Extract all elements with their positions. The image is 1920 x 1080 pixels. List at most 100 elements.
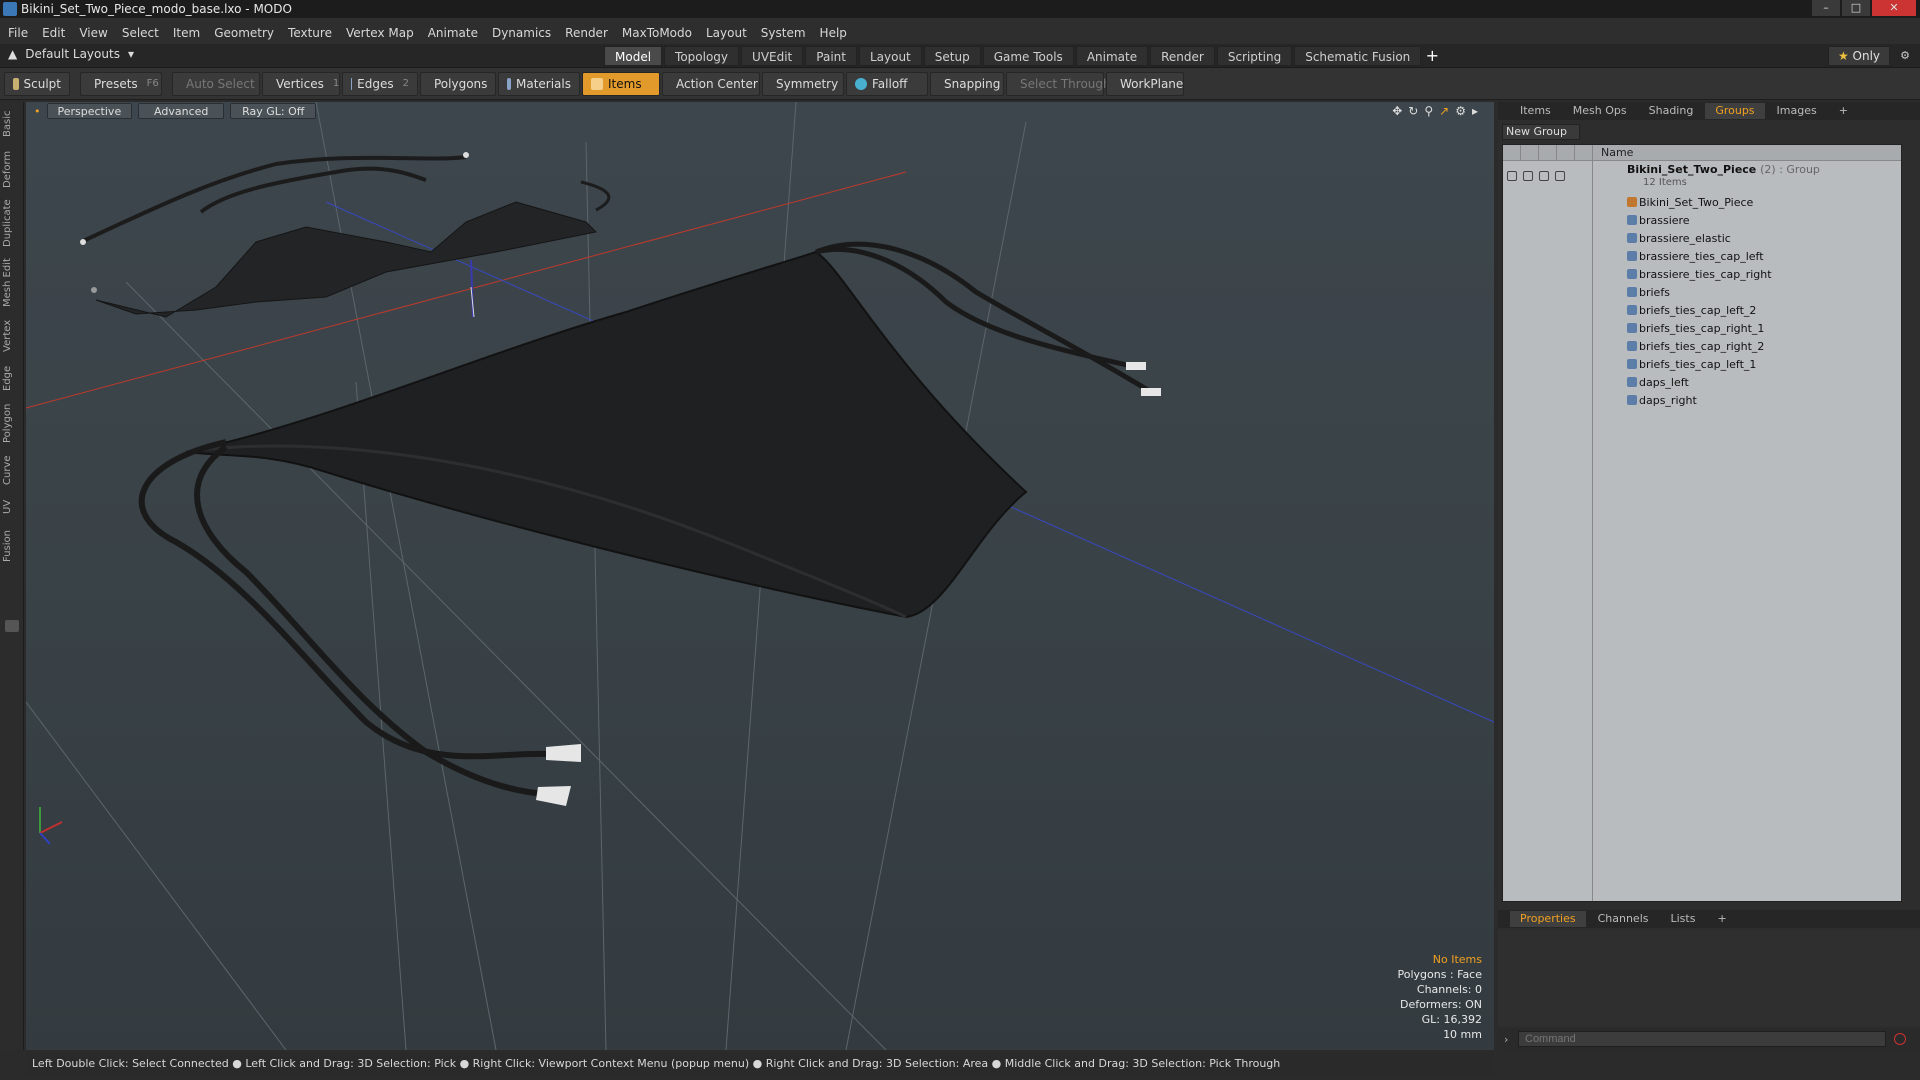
close-button[interactable]: ✕ xyxy=(1872,0,1916,16)
select-icon[interactable] xyxy=(1555,171,1565,181)
list-item[interactable]: brassiere_ties_cap_right xyxy=(1503,265,1901,283)
polygons-button[interactable]: Polygons xyxy=(420,71,496,96)
add-properties-tab-icon[interactable]: + xyxy=(1707,911,1736,927)
default-layouts-dropdown[interactable]: ▲ Default Layouts ▾ xyxy=(8,47,134,61)
auto-select-button[interactable]: Auto Select xyxy=(172,71,260,96)
view-arrow-icon[interactable]: ▸ xyxy=(1472,104,1478,118)
snapping-button[interactable]: Snapping xyxy=(930,71,1004,96)
menu-dynamics[interactable]: Dynamics xyxy=(492,26,551,40)
menu-system[interactable]: System xyxy=(761,26,806,40)
tab-scripting[interactable]: Scripting xyxy=(1216,46,1293,66)
menu-geometry[interactable]: Geometry xyxy=(214,26,274,40)
rotate-view-icon[interactable]: ↻ xyxy=(1408,104,1418,118)
left-tab-polygon[interactable]: Polygon xyxy=(2,400,22,446)
menu-maxtomodo[interactable]: MaxToModo xyxy=(622,26,692,40)
tab-model[interactable]: Model xyxy=(604,46,663,66)
left-tab-edge[interactable]: Edge xyxy=(2,362,22,394)
tab-game-tools[interactable]: Game Tools xyxy=(982,46,1074,66)
new-group-button[interactable]: New Group xyxy=(1502,124,1580,140)
tab-items[interactable]: Items xyxy=(1510,103,1561,119)
menu-layout[interactable]: Layout xyxy=(706,26,747,40)
maximize-view-icon[interactable]: ↗ xyxy=(1439,104,1449,118)
lock-icon[interactable] xyxy=(1539,171,1549,181)
left-tab-duplicate[interactable]: Duplicate xyxy=(2,196,22,250)
tab-render[interactable]: Render xyxy=(1150,46,1215,66)
list-item[interactable]: briefs_ties_cap_left_2 xyxy=(1503,301,1901,319)
render-icon[interactable] xyxy=(1523,171,1533,181)
tab-channels[interactable]: Channels xyxy=(1588,911,1659,927)
menu-item[interactable]: Item xyxy=(173,26,200,40)
list-item[interactable]: daps_right xyxy=(1503,391,1901,409)
sculpt-button[interactable]: Sculpt xyxy=(4,71,70,96)
list-item[interactable]: Bikini_Set_Two_Piece xyxy=(1503,193,1901,211)
3d-viewport[interactable]: • Perspective Advanced Ray GL: Off ✥ ↻ ⚲… xyxy=(26,102,1494,1050)
list-item[interactable]: briefs_ties_cap_left_1 xyxy=(1503,355,1901,373)
left-tab-basic[interactable]: Basic xyxy=(2,106,22,142)
tab-layout[interactable]: Layout xyxy=(858,46,922,66)
command-clear-icon[interactable] xyxy=(1894,1033,1906,1045)
menu-view[interactable]: View xyxy=(79,26,107,40)
menu-animate[interactable]: Animate xyxy=(428,26,478,40)
advanced-button[interactable]: Advanced xyxy=(138,103,225,119)
left-tab-fusion[interactable]: Fusion xyxy=(2,526,22,566)
left-tab-vertex[interactable]: Vertex xyxy=(2,316,22,356)
menu-file[interactable]: File xyxy=(8,26,28,40)
menu-edit[interactable]: Edit xyxy=(42,26,65,40)
symmetry-button[interactable]: Symmetry xyxy=(762,71,844,96)
left-tab-mesh-edit[interactable]: Mesh Edit xyxy=(2,256,22,310)
list-item[interactable]: briefs xyxy=(1503,283,1901,301)
tab-groups[interactable]: Groups xyxy=(1705,103,1765,119)
list-item[interactable]: brassiere_elastic xyxy=(1503,229,1901,247)
perspective-button[interactable]: Perspective xyxy=(46,103,133,119)
workplane-button[interactable]: WorkPlane xyxy=(1106,71,1184,96)
list-item[interactable]: daps_left xyxy=(1503,373,1901,391)
list-item[interactable]: briefs_ties_cap_right_2 xyxy=(1503,337,1901,355)
tab-images[interactable]: Images xyxy=(1767,103,1827,119)
command-input[interactable] xyxy=(1518,1031,1886,1047)
menu-render[interactable]: Render xyxy=(565,26,608,40)
zoom-view-icon[interactable]: ⚲ xyxy=(1424,104,1433,118)
left-tab-uv[interactable]: UV xyxy=(2,494,22,520)
name-column-header[interactable]: Name xyxy=(1601,146,1633,159)
group-row[interactable]: Bikini_Set_Two_Piece (2) : Group 12 Item… xyxy=(1503,161,1901,193)
tab-topology[interactable]: Topology xyxy=(664,46,740,66)
left-tab-deform[interactable]: Deform xyxy=(2,148,22,190)
only-button[interactable]: ★ Only xyxy=(1828,46,1890,66)
add-panel-tab-icon[interactable]: + xyxy=(1829,103,1858,119)
tab-properties[interactable]: Properties xyxy=(1510,911,1586,927)
tab-uvedit[interactable]: UVEdit xyxy=(741,46,804,66)
materials-button[interactable]: Materials xyxy=(498,71,580,96)
gear-icon[interactable]: ⚙ xyxy=(1896,46,1914,66)
view-settings-icon[interactable]: ⚙ xyxy=(1455,104,1466,118)
move-view-icon[interactable]: ✥ xyxy=(1392,104,1402,118)
tab-mesh-ops[interactable]: Mesh Ops xyxy=(1563,103,1637,119)
vertices-button[interactable]: Vertices 1 xyxy=(262,71,340,96)
list-item[interactable]: brassiere_ties_cap_left xyxy=(1503,247,1901,265)
tab-paint[interactable]: Paint xyxy=(805,46,857,66)
left-panel-toggle-icon[interactable] xyxy=(5,620,19,632)
add-tab-icon[interactable]: + xyxy=(1423,46,1441,66)
raygl-button[interactable]: Ray GL: Off xyxy=(230,103,317,119)
eye-icon[interactable] xyxy=(1507,171,1517,181)
presets-button[interactable]: Presets F6 xyxy=(80,71,162,96)
menu-vertex-map[interactable]: Vertex Map xyxy=(346,26,414,40)
list-item[interactable]: brassiere xyxy=(1503,211,1901,229)
tab-setup[interactable]: Setup xyxy=(923,46,981,66)
edges-button[interactable]: Edges 2 xyxy=(342,71,418,96)
list-item[interactable]: briefs_ties_cap_right_1 xyxy=(1503,319,1901,337)
left-tab-curve[interactable]: Curve xyxy=(2,452,22,488)
tab-animate[interactable]: Animate xyxy=(1075,46,1149,66)
select-through-button[interactable]: Select Through xyxy=(1006,71,1111,96)
tab-shading[interactable]: Shading xyxy=(1639,103,1704,119)
maximize-button[interactable]: □ xyxy=(1842,0,1870,16)
menu-texture[interactable]: Texture xyxy=(288,26,332,40)
menu-help[interactable]: Help xyxy=(820,26,847,40)
falloff-button[interactable]: Falloff xyxy=(846,71,928,96)
tab-schematic-fusion[interactable]: Schematic Fusion xyxy=(1294,46,1422,66)
tab-lists[interactable]: Lists xyxy=(1661,911,1706,927)
action-center-button[interactable]: Action Center xyxy=(662,71,760,96)
minimize-button[interactable]: – xyxy=(1812,0,1840,16)
viewport-menu-dot[interactable]: • xyxy=(34,105,41,118)
menu-select[interactable]: Select xyxy=(122,26,159,40)
items-button[interactable]: Items xyxy=(582,71,660,96)
